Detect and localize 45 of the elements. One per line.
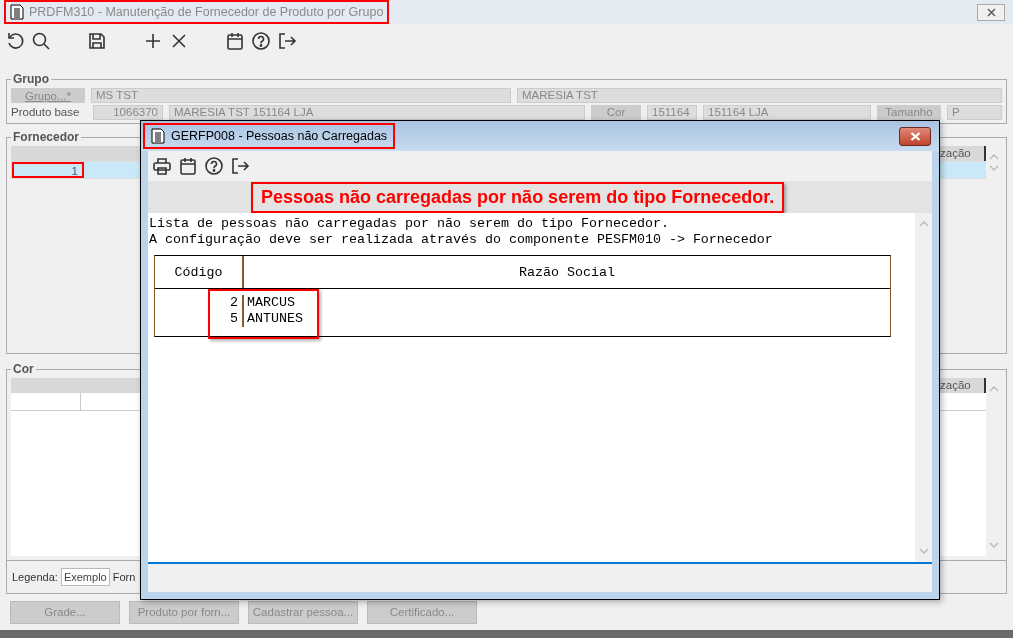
document-icon (10, 4, 24, 20)
legend-sample: Exemplo (60, 568, 110, 586)
window-title: PRDFM310 - Manutenção de Fornecedor de Produto por Grupo (29, 5, 384, 19)
exit-icon[interactable] (230, 156, 250, 176)
color-code-field[interactable]: 151164 (647, 105, 697, 120)
exit-icon[interactable] (277, 31, 297, 51)
size-field[interactable]: P (947, 105, 1002, 120)
table-cell: 5 (155, 311, 244, 327)
legend-text: Forn (112, 571, 136, 583)
section-legend: Cor (11, 362, 36, 376)
dialog-title: GERFP008 - Pessoas não Carregadas (171, 129, 388, 143)
table-cell-text: ANTUNES (246, 311, 303, 327)
group-lookup-button[interactable]: Grupo...* (11, 88, 85, 103)
close-icon[interactable] (986, 7, 996, 17)
product-code-field[interactable]: 1066370 (93, 105, 163, 120)
add-icon[interactable] (143, 31, 163, 51)
table-cell: 2 (155, 295, 244, 311)
save-icon[interactable] (87, 31, 107, 51)
message-line: A configuração deve ser realizada através do componente PESFM010 -> Fornecedor (149, 232, 774, 248)
group-legend: Grupo (11, 72, 51, 86)
undo-icon[interactable] (5, 31, 25, 51)
group-code-field[interactable]: MS TST (91, 88, 511, 103)
section-legend: Fornecedor (11, 130, 81, 144)
dialog-heading: Pessoas não carregadas por não serem do tipo Fornecedor. (251, 181, 785, 213)
legend-label: Legenda: (12, 571, 58, 583)
print-icon[interactable] (152, 156, 172, 176)
calendar-icon[interactable] (225, 31, 245, 51)
close-button[interactable] (899, 126, 931, 146)
field-label: Produto base (11, 105, 81, 120)
column-header: Razão Social (518, 263, 616, 282)
table-cell: 1 (12, 162, 84, 178)
search-icon[interactable] (31, 31, 51, 51)
group-name-field[interactable]: MARESIA TST (517, 88, 1002, 103)
field-label: Tamanho (877, 105, 941, 120)
table-cell-text: MARCUS (246, 295, 295, 311)
calendar-icon[interactable] (178, 156, 198, 176)
help-icon[interactable] (204, 156, 224, 176)
message-line: Lista de pessoas não carregadas por não serem do tipo Fornecedor. (149, 216, 670, 232)
column-header: Código (155, 256, 244, 288)
color-name-field[interactable]: 151164 LJA (703, 105, 871, 120)
document-icon (151, 128, 165, 144)
product-name-field[interactable]: MARESIA TST 151164 LJA (169, 105, 585, 120)
close-button[interactable] (977, 3, 1005, 21)
field-label: Cor (591, 105, 641, 120)
help-icon[interactable] (251, 31, 271, 51)
